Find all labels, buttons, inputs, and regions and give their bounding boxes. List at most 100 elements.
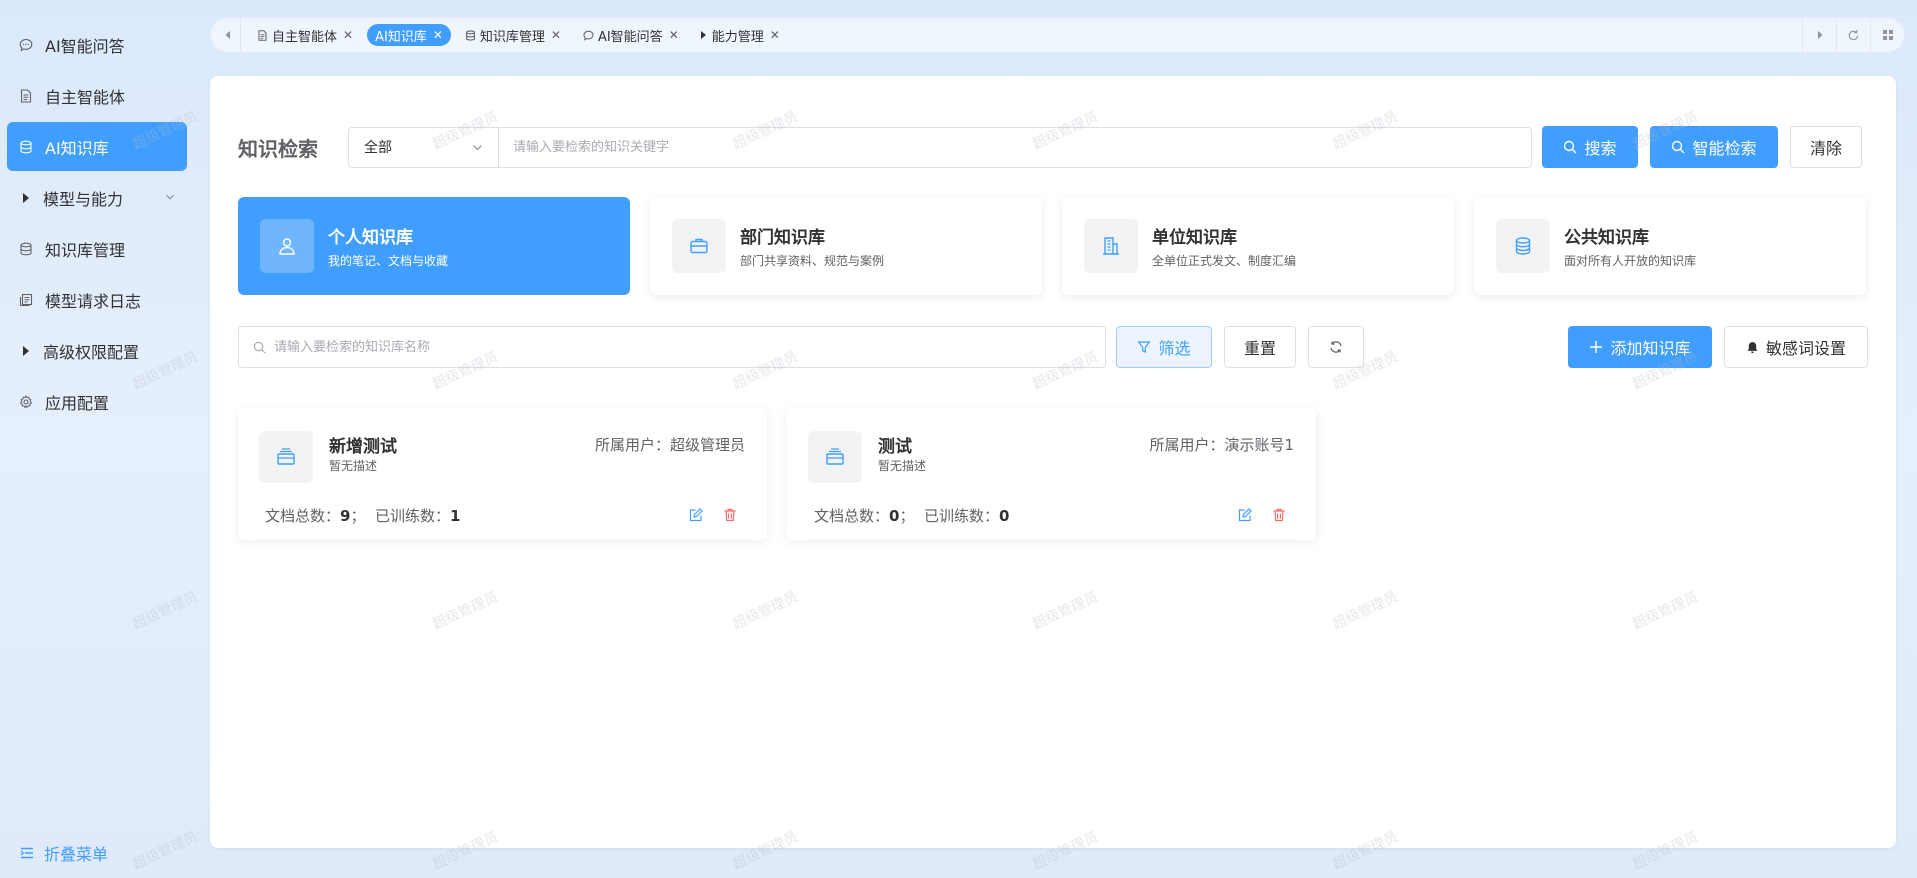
delete-icon[interactable] [723, 508, 737, 522]
category-text: 部门知识库 部门共享资料、规范与案例 [740, 223, 884, 269]
category-title: 单位知识库 [1152, 228, 1237, 248]
refresh-tab-button[interactable] [1836, 18, 1870, 52]
kb-stats-sep: ； [350, 507, 375, 525]
category-desc: 面对所有人开放的知识库 [1564, 254, 1697, 268]
sidebar-item-model-capability[interactable]: 模型与能力 [7, 173, 187, 222]
kb-category-cards: 个人知识库 我的笔记、文档与收藏 部门知识库 部门共享资料、规范与案例 单位知识… [238, 197, 1866, 295]
add-kb-button[interactable]: 添加知识库 [1568, 326, 1712, 368]
sidebar-item-label: 模型与能力 [43, 189, 124, 209]
reset-button[interactable]: 重置 [1224, 326, 1296, 368]
category-public[interactable]: 公共知识库 面对所有人开放的知识库 [1474, 197, 1866, 295]
tab-agent[interactable]: 自主智能体 ✕ [249, 24, 361, 46]
tab-capability[interactable]: 能力管理 ✕ [693, 24, 788, 46]
collapse-menu-label: 折叠菜单 [44, 845, 109, 864]
edit-icon[interactable] [1238, 508, 1252, 522]
category-text: 个人知识库 我的笔记、文档与收藏 [328, 223, 448, 269]
search-button-label: 搜索 [1584, 139, 1617, 158]
kb-stack-icon [808, 431, 862, 483]
sidebar-item-app-config[interactable]: 应用配置 [7, 377, 187, 426]
edit-icon[interactable] [689, 508, 703, 522]
log-icon [19, 293, 33, 307]
scope-select[interactable]: 全部 [349, 127, 499, 167]
close-icon[interactable]: ✕ [343, 28, 353, 42]
sidebar-item-ai-kb[interactable]: AI知识库 [7, 122, 187, 171]
chat-icon [583, 30, 594, 41]
sidebar-item-kb-manage[interactable]: 知识库管理 [7, 224, 187, 273]
kb-card[interactable]: 新增测试 暂无描述 所属用户：超级管理员 文档总数：9； 已训练数：1 [238, 408, 767, 540]
kb-card-list: 新增测试 暂无描述 所属用户：超级管理员 文档总数：9； 已训练数：1 测试 暂… [238, 408, 1316, 540]
tabs-list: 自主智能体 ✕ AI知识库 ✕ 知识库管理 ✕ AI智能问答 ✕ 能力管理 ✕ [241, 24, 1802, 46]
smart-search-button[interactable]: 智能检索 [1650, 126, 1778, 168]
category-organization[interactable]: 单位知识库 全单位正式发文、制度汇编 [1062, 197, 1454, 295]
caret-right-icon [23, 345, 29, 356]
category-title: 部门知识库 [740, 228, 825, 248]
kb-docs-value: 9 [340, 507, 351, 525]
sidebar-item-label: 高级权限配置 [43, 342, 140, 362]
kb-owner: 所属用户：演示账号1 [1149, 434, 1294, 455]
category-department[interactable]: 部门知识库 部门共享资料、规范与案例 [650, 197, 1042, 295]
tabs-scroll-right-button[interactable] [1802, 18, 1836, 52]
tabs-scroll-left-button[interactable] [215, 18, 241, 52]
search-group: 全部 [348, 126, 1532, 168]
chat-icon [19, 38, 33, 52]
document-icon [257, 29, 268, 41]
kb-name-input[interactable] [274, 339, 1105, 355]
refresh-button[interactable] [1308, 326, 1364, 368]
knowledge-search-bar: 知识检索 全部 搜索 智能检索 清除 [238, 126, 1868, 168]
category-personal[interactable]: 个人知识库 我的笔记、文档与收藏 [238, 197, 630, 295]
search-icon [1563, 140, 1577, 154]
close-icon[interactable]: ✕ [551, 28, 561, 42]
chevron-down-icon [165, 192, 175, 202]
sidebar-item-label: AI智能问答 [45, 36, 125, 56]
database-icon [465, 29, 476, 41]
filter-button-label: 筛选 [1158, 339, 1191, 358]
refresh-icon [1329, 340, 1343, 354]
search-icon [1671, 140, 1685, 154]
caret-right-icon [1816, 30, 1824, 40]
kb-name-search [238, 326, 1106, 368]
close-icon[interactable]: ✕ [433, 28, 443, 42]
category-title: 个人知识库 [328, 228, 413, 248]
caret-left-icon [224, 30, 232, 40]
sensitive-words-button[interactable]: 敏感词设置 [1724, 326, 1868, 368]
sidebar-item-label: 知识库管理 [45, 240, 126, 260]
delete-icon[interactable] [1272, 508, 1286, 522]
kb-name: 新增测试 [329, 437, 397, 457]
clear-button[interactable]: 清除 [1790, 126, 1862, 168]
collapse-menu-button[interactable]: 折叠菜单 [20, 841, 108, 865]
tabs-menu-button[interactable] [1870, 18, 1904, 52]
kb-card[interactable]: 测试 暂无描述 所属用户：演示账号1 文档总数：0； 已训练数：0 [787, 408, 1316, 540]
tabs-actions [1802, 18, 1904, 52]
kb-docs-label: 文档总数： [265, 507, 341, 525]
category-desc: 全单位正式发文、制度汇编 [1152, 254, 1297, 268]
database-icon [19, 242, 33, 256]
sidebar-item-request-log[interactable]: 模型请求日志 [7, 275, 187, 324]
briefcase-icon [672, 219, 726, 273]
caret-right-icon [23, 192, 29, 203]
sidebar-item-label: AI知识库 [45, 138, 109, 158]
smart-search-label: 智能检索 [1692, 139, 1757, 158]
sidebar-item-ai-chat[interactable]: AI智能问答 [7, 20, 187, 69]
sidebar-item-permission[interactable]: 高级权限配置 [7, 326, 187, 375]
search-button[interactable]: 搜索 [1542, 126, 1638, 168]
kb-stats: 文档总数：9； 已训练数：1 [265, 505, 460, 526]
clear-button-label: 清除 [1809, 139, 1842, 158]
reset-button-label: 重置 [1243, 339, 1276, 358]
scope-value: 全部 [364, 140, 392, 156]
close-icon[interactable]: ✕ [770, 28, 780, 42]
document-icon [19, 88, 33, 103]
tab-label: 自主智能体 [272, 29, 338, 45]
sidebar-item-label: 模型请求日志 [45, 291, 142, 311]
kb-docs-value: 0 [889, 507, 900, 525]
sidebar-item-agent[interactable]: 自主智能体 [7, 71, 187, 120]
kb-owner: 所属用户：超级管理员 [595, 434, 745, 455]
tab-ai-kb[interactable]: AI知识库 ✕ [367, 24, 451, 46]
keyword-search-input[interactable] [499, 127, 1531, 167]
kb-owner-label: 所属用户： [594, 436, 670, 454]
close-icon[interactable]: ✕ [669, 28, 679, 42]
tab-kb-manage[interactable]: 知识库管理 ✕ [457, 24, 569, 46]
tab-ai-chat[interactable]: AI智能问答 ✕ [575, 24, 687, 46]
sidebar: AI智能问答 自主智能体 AI知识库 模型与能力 知识库管理 模型请求日志 高级… [0, 0, 200, 878]
tab-label: AI知识库 [375, 29, 427, 45]
filter-button[interactable]: 筛选 [1116, 326, 1212, 368]
